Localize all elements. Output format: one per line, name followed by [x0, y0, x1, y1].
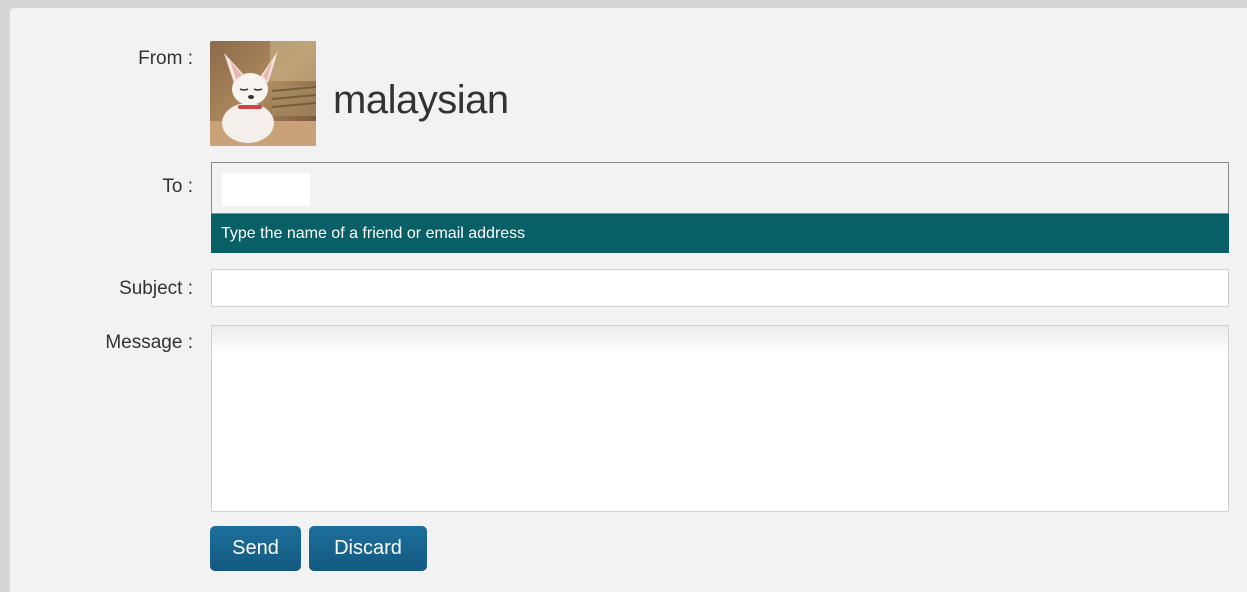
to-hint-bar: Type the name of a friend or email addre… [211, 214, 1229, 253]
from-label: From : [138, 48, 193, 69]
discard-button[interactable]: Discard [309, 526, 427, 571]
to-input[interactable] [222, 173, 310, 206]
dog-photo-avatar-icon [210, 41, 316, 146]
message-textarea[interactable] [211, 325, 1229, 512]
to-recipient-field[interactable] [211, 162, 1229, 214]
send-button[interactable]: Send [210, 526, 301, 571]
subject-input[interactable] [211, 269, 1229, 307]
compose-message-panel: From : malaysian To: Type the name of a… [10, 8, 1247, 592]
to-label: To : [162, 176, 193, 197]
subject-label: Subject : [119, 278, 193, 299]
sender-name: malaysian [333, 78, 509, 122]
message-label: Message : [105, 332, 193, 353]
sender-avatar [210, 41, 316, 146]
